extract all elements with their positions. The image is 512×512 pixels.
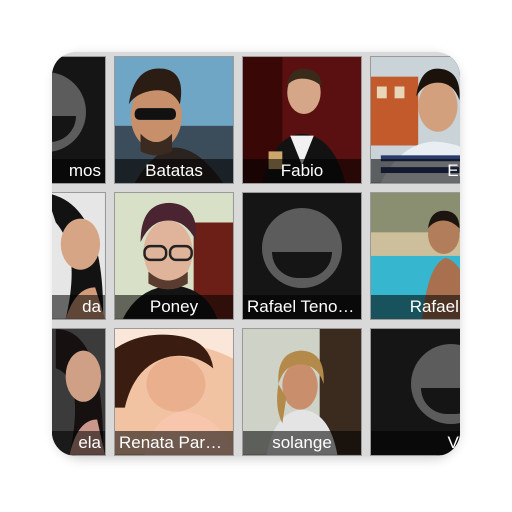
contact-tile[interactable]: Batatas (114, 56, 234, 184)
app-icon[interactable]: mos Batatas Fabio E da Poney Rafael Teno… (52, 52, 460, 456)
contact-grid: mos Batatas Fabio E da Poney Rafael Teno… (52, 52, 460, 456)
contact-name: ela (52, 431, 105, 455)
contact-tile[interactable]: solange (242, 328, 362, 456)
contact-name: mos (52, 159, 105, 183)
contact-tile[interactable]: Poney (114, 192, 234, 320)
contact-name: Poney (115, 295, 233, 319)
contact-name: Erick (371, 159, 460, 183)
contact-tile[interactable]: Rafael Tenor… (242, 192, 362, 320)
contact-tile[interactable]: mos (52, 56, 106, 184)
contact-tile[interactable]: Erick (370, 56, 460, 184)
contact-tile[interactable]: Valte (370, 328, 460, 456)
contact-tile[interactable]: Rafael Toi (370, 192, 460, 320)
contact-name: Renata Para… (115, 431, 233, 455)
contact-tile[interactable]: da (52, 192, 106, 320)
default-avatar-icon (411, 344, 460, 425)
contact-tile[interactable]: Fabio (242, 56, 362, 184)
contact-tile[interactable]: ela (52, 328, 106, 456)
contact-name: solange (243, 431, 361, 455)
contact-name: Valte (371, 431, 460, 455)
contact-name: da (52, 295, 105, 319)
contact-name: Rafael Tenor… (243, 295, 361, 319)
default-avatar-icon (52, 72, 86, 153)
contact-name: Batatas (115, 159, 233, 183)
default-avatar-icon (262, 208, 342, 289)
contact-name: Rafael Toi (371, 295, 460, 319)
contact-tile[interactable]: Renata Para… (114, 328, 234, 456)
contact-name: Fabio (243, 159, 361, 183)
